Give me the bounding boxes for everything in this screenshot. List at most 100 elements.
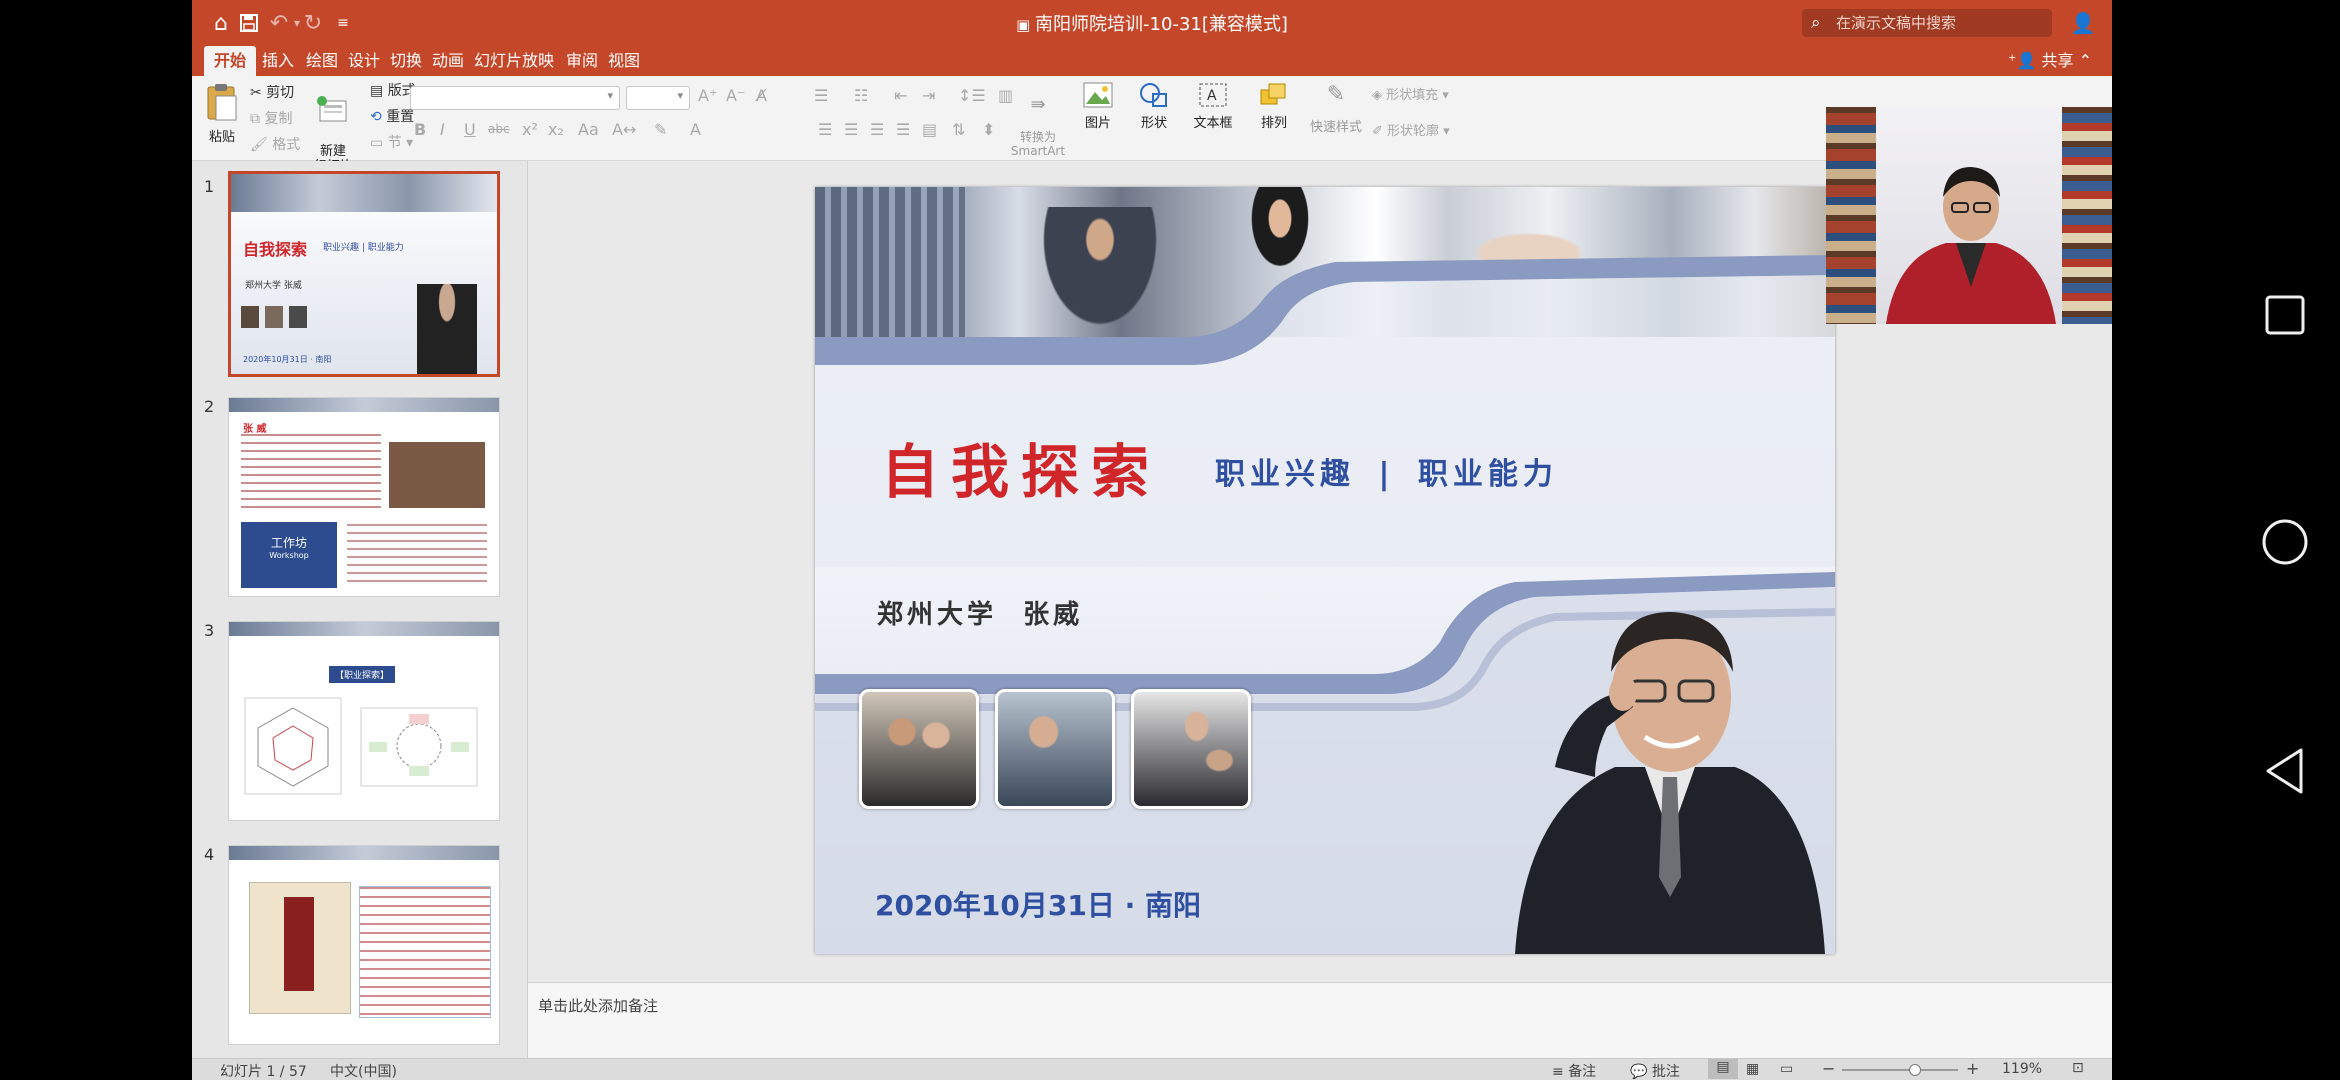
picture-button[interactable]: 图片 [1076,82,1120,131]
circle-icon [2262,519,2308,565]
notes-pane[interactable]: 单击此处添加备注 [528,982,2112,1059]
businessman-image [417,284,477,374]
zoom-in-icon[interactable]: + [1966,1059,1979,1078]
zoom-out-icon[interactable]: − [1822,1059,1835,1078]
slide-thumbnail-1[interactable]: 自我探索 职业兴趣 | 职业能力 郑州大学 张威 2020年10月31日 · 南… [228,171,500,377]
increase-indent-icon[interactable]: ⇥ [922,86,935,105]
smartart-icon: ⇛ [1030,94,1046,115]
superscript-icon[interactable]: x² [522,120,538,139]
photo [265,306,283,328]
textbox-icon: A [1199,83,1227,107]
tab-home[interactable]: 开始 [204,46,257,76]
shape-button[interactable]: 形状 [1132,82,1176,131]
banner-image [231,174,497,212]
normal-view-icon[interactable]: ▤ [1708,1059,1738,1079]
share-button[interactable]: ⁺👤 共享 ⌃ [2008,46,2092,76]
reading-view-icon[interactable]: ▭ [1780,1061,1793,1077]
paste-button[interactable]: 粘贴 [200,82,244,145]
highlight-icon[interactable]: ✎ [654,120,667,139]
decrease-font-icon[interactable]: A⁻ [726,86,745,105]
shape-outline-button[interactable]: ✐ 形状轮廓 ▾ [1372,120,1450,139]
increase-font-icon[interactable]: A⁺ [698,86,717,105]
home-button[interactable] [2261,518,2309,570]
convert-smartart-button[interactable]: ⇛ 转换为 SmartArt [1008,84,1068,159]
underline-icon[interactable]: U [464,120,476,139]
comment-icon: 💬 [1630,1064,1652,1080]
meeting-photo-1 [859,689,979,809]
current-slide[interactable]: 自我探索 职业兴趣 | 职业能力 郑州大学 张威 2020年10月31日 · 南… [815,187,1835,954]
new-slide-button[interactable]: 新建 幻灯片 [306,80,360,174]
scissors-icon: ✂ [250,85,267,101]
clear-format-icon[interactable]: A̸ [756,86,767,105]
slide-thumbnail-pane: 1 自我探索 职业兴趣 | 职业能力 郑州大学 张威 2020年10月31日 ·… [192,161,528,1058]
slide-thumbnail-4[interactable] [228,845,500,1045]
align-right-icon[interactable]: ☰ [870,120,884,139]
clipboard-icon [207,84,237,121]
text-direction-icon[interactable]: ⇅ [952,120,965,139]
subscript-icon[interactable]: x₂ [548,120,564,139]
decrease-indent-icon[interactable]: ⇤ [894,86,907,105]
arrange-icon [1260,83,1286,105]
new-slide-icon [317,96,347,122]
textbox-button[interactable]: A 文本框 [1188,82,1238,131]
arrange-button[interactable]: 排列 [1252,82,1296,131]
notes-toggle-button[interactable]: ≡ 备注 [1552,1061,1596,1080]
slide-thumbnail-2[interactable]: 张 威 工作坊 Workshop [228,397,500,597]
align-center-icon[interactable]: ☰ [844,120,858,139]
comments-button[interactable]: 💬 批注 [1630,1061,1680,1080]
workshop-image: 工作坊 Workshop [241,522,337,588]
distribute-icon[interactable]: ▤ [922,120,937,139]
shape-fill-button[interactable]: ◈ 形状填充 ▾ [1372,84,1449,103]
shape-icon [1140,83,1167,107]
numbering-icon[interactable]: ☷ [854,86,868,105]
fit-to-window-icon[interactable]: ⊡ [2072,1060,2084,1076]
account-icon[interactable]: 👤 [2068,8,2098,38]
change-case-icon[interactable]: Aa [578,120,599,139]
collapse-ribbon-icon[interactable]: ⌃ [2079,51,2092,70]
pen-icon: ✐ [1372,124,1388,139]
align-left-icon[interactable]: ☰ [818,120,832,139]
zoom-slider[interactable] [1842,1064,1958,1076]
powerpoint-window: ⌂ ↶ ▾ ↻ ≡ ▣ 南阳师院培训-10-31[兼容模式] ⌕ 在演示文稿中搜… [192,0,2112,1080]
recents-button[interactable] [2263,293,2307,341]
cut-button[interactable]: ✂ 剪切 [250,82,294,102]
language-indicator[interactable]: 中文(中国) [330,1061,397,1080]
meeting-photo-3 [1131,689,1251,809]
section-button[interactable]: ▭ 节 ▾ [370,132,413,152]
presenter-image [1886,167,2056,324]
layout-icon: ▤ [370,83,388,99]
webcam-video-overlay[interactable] [1826,107,2112,324]
bookshelf-right [2062,107,2112,324]
font-family-combo[interactable]: ▾ [410,86,620,110]
format-painter-button[interactable]: 🖌 格式 [250,134,300,154]
book-cover [249,882,351,1014]
status-bar: 幻灯片 1 / 57 中文(中国) ≡ 备注 💬 批注 ▤ ▦ ▭ − + 11… [192,1058,2112,1080]
paint-bucket-icon: ◈ [1372,88,1387,103]
strikethrough-icon[interactable]: abc [488,122,510,136]
tab-view[interactable]: 视图 [598,46,650,76]
slide-thumbnail-3[interactable]: 【职业探索】 [228,621,500,821]
bold-icon[interactable]: B [414,120,426,139]
zoom-slider-thumb[interactable] [1908,1064,1921,1076]
hexagon-diagram [244,697,342,795]
slide-sorter-icon[interactable]: ▦ [1746,1061,1759,1077]
slide-subtitle: 职业兴趣 | 职业能力 [1215,457,1558,492]
reset-button[interactable]: ⟲ 重置 [370,106,414,126]
quick-styles-button[interactable]: ✎ 快速样式 [1306,82,1366,135]
copy-button[interactable]: ⧉ 复制 [250,108,292,128]
back-button[interactable] [2263,746,2307,800]
font-color-icon[interactable]: A [690,120,701,139]
bullets-icon[interactable]: ☰ [814,86,828,105]
tab-slideshow[interactable]: 幻灯片放映 [464,46,564,76]
line-spacing-icon[interactable]: ↕☰ [958,86,986,105]
slide-title: 自我探索 [881,438,1162,506]
justify-icon[interactable]: ☰ [896,120,910,139]
businessman-image [1515,612,1825,954]
italic-icon[interactable]: I [440,120,445,139]
align-text-icon[interactable]: ⬍ [982,120,995,139]
zoom-level[interactable]: 119% [2002,1061,2042,1077]
search-input[interactable]: ⌕ 在演示文稿中搜索 [1802,9,2052,37]
character-spacing-icon[interactable]: A↔ [612,120,636,139]
slide-number: 1 [204,177,215,196]
font-size-combo[interactable]: ▾ [626,86,690,110]
